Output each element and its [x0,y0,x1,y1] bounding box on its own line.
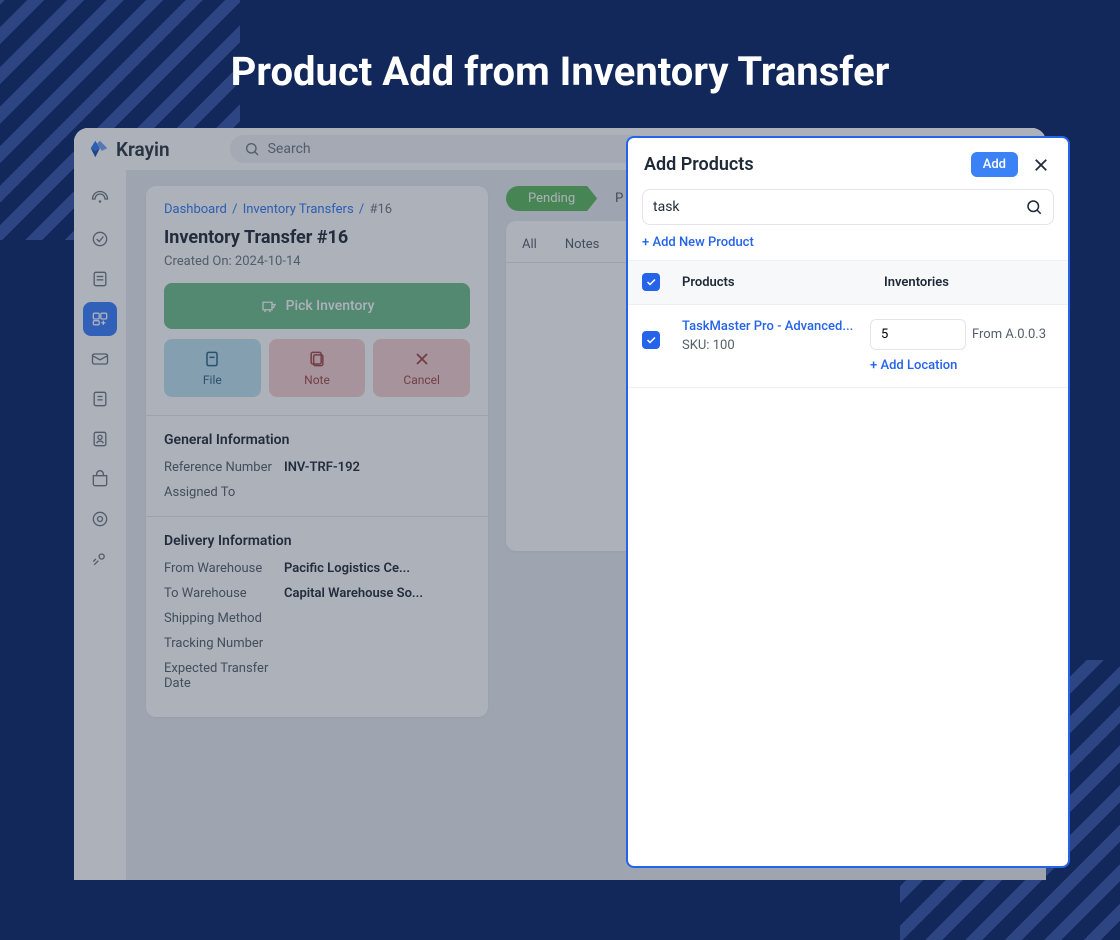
to-warehouse-value: Capital Warehouse So... [284,586,423,601]
column-products: Products [682,275,884,290]
created-on: Created On: 2024-10-14 [164,254,470,269]
select-all-checkbox[interactable] [642,273,660,291]
reference-label: Reference Number [164,460,284,475]
table-row: TaskMaster Pro - Advanced... SKU: 100 Fr… [628,305,1068,388]
breadcrumb-dashboard[interactable]: Dashboard [164,202,227,217]
assigned-label: Assigned To [164,485,284,500]
sidebar-item-configure[interactable] [83,542,117,576]
search-placeholder: Search [268,141,311,157]
cancel-button[interactable]: Cancel [373,339,470,397]
expected-date-label: Expected Transfer Date [164,661,284,691]
sidebar-item-leads[interactable] [83,222,117,256]
sidebar-item-dashboard[interactable] [83,182,117,216]
shipping-method-label: Shipping Method [164,611,284,626]
file-button[interactable]: File [164,339,261,397]
cancel-icon [412,349,432,369]
sidebar-item-mail[interactable] [83,342,117,376]
brand-logo-icon [88,138,110,160]
modal-search-input[interactable] [653,199,1025,215]
close-button[interactable] [1030,154,1052,176]
transfer-heading: Inventory Transfer #16 [164,227,470,248]
product-sku: SKU: 100 [682,338,870,353]
search-icon [1025,198,1043,216]
brand-name: Krayin [116,138,170,161]
general-info-title: General Information [164,432,470,448]
global-search[interactable]: Search [230,135,650,163]
sidebar-item-contacts[interactable] [83,422,117,456]
close-icon [1032,156,1050,174]
outer-page-title: Product Add from Inventory Transfer [0,0,1120,125]
add-new-product-link[interactable]: + Add New Product [628,235,1068,260]
pick-inventory-button[interactable]: Pick Inventory [164,283,470,329]
brand-logo: Krayin [88,138,170,161]
product-name-link[interactable]: TaskMaster Pro - Advanced... [682,319,870,334]
delivery-info-title: Delivery Information [164,533,470,549]
tab-all[interactable]: All [518,231,541,262]
modal-table-header: Products Inventories [628,260,1068,305]
modal-search[interactable] [642,189,1054,225]
sidebar-item-quotes[interactable] [83,262,117,296]
pick-icon [260,297,278,315]
add-button[interactable]: Add [971,152,1018,177]
sidebar-item-products[interactable] [83,462,117,496]
status-badge: Pending [506,186,597,211]
tab-notes[interactable]: Notes [561,231,604,262]
add-products-modal: Add Products Add + Add New Product Produ… [626,136,1070,868]
row-checkbox[interactable] [642,331,660,349]
sidebar-item-settings[interactable] [83,502,117,536]
search-icon [244,141,260,157]
add-location-link[interactable]: + Add Location [870,358,1054,373]
file-icon [202,349,222,369]
transfer-details-card: Dashboard / Inventory Transfers / #16 In… [146,186,488,717]
breadcrumb-current: #16 [369,202,392,217]
sidebar-item-inventory[interactable] [83,302,117,336]
reference-value: INV-TRF-192 [284,460,360,475]
modal-title: Add Products [644,154,754,175]
breadcrumb: Dashboard / Inventory Transfers / #16 [164,202,470,217]
to-warehouse-label: To Warehouse [164,586,284,601]
breadcrumb-transfers[interactable]: Inventory Transfers [243,202,354,217]
note-button[interactable]: Note [269,339,366,397]
from-warehouse-value: Pacific Logistics Ce... [284,561,410,576]
sidebar-item-activities[interactable] [83,382,117,416]
from-warehouse-label: From Warehouse [164,561,284,576]
quantity-input[interactable] [870,319,966,350]
sidebar [74,170,126,880]
column-inventories: Inventories [884,275,1054,290]
note-icon [307,349,327,369]
tracking-number-label: Tracking Number [164,636,284,651]
from-location: From A.0.0.3 [972,327,1046,342]
